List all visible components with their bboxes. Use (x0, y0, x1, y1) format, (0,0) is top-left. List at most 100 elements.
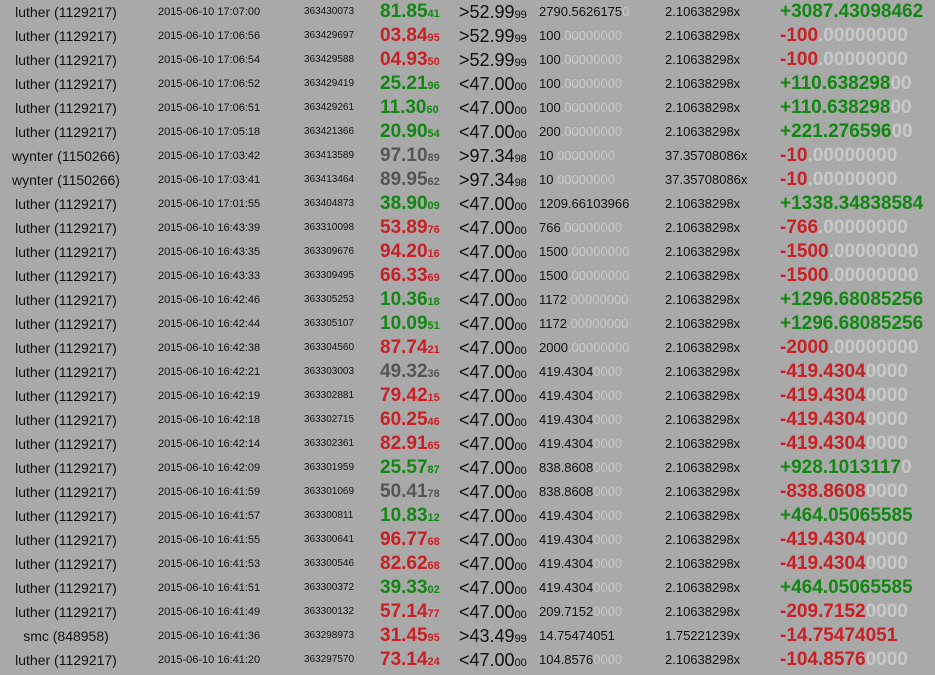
user-link[interactable]: luther (1129217) (0, 312, 132, 336)
bet-time: 2015-06-10 16:42:46 (158, 294, 261, 306)
user-link[interactable]: luther (1129217) (0, 336, 132, 360)
amount-main: 100 (539, 100, 561, 115)
target-small: 00 (514, 273, 527, 285)
user-link[interactable]: luther (1129217) (0, 288, 132, 312)
amount-main: 2790.5626175 (539, 4, 623, 19)
user-link[interactable]: luther (1129217) (0, 240, 132, 264)
bet-id-link[interactable]: 363298973 (304, 624, 354, 648)
user-link[interactable]: luther (1129217) (0, 552, 132, 576)
user-link[interactable]: luther (1129217) (0, 432, 132, 456)
bet-id-link[interactable]: 363421366 (304, 120, 354, 144)
target-value: <47.0000 (459, 528, 527, 552)
profit-value: +464.05065585 (780, 576, 913, 600)
bet-id-link[interactable]: 363302361 (304, 432, 354, 456)
user-link[interactable]: luther (1129217) (0, 384, 132, 408)
bet-id-link[interactable]: 363301069 (304, 480, 354, 504)
bet-id-link[interactable]: 363429261 (304, 96, 354, 120)
user-link[interactable]: luther (1129217) (0, 504, 132, 528)
bet-amount: 100.00000000 (539, 72, 622, 96)
roll-main: 79.42 (380, 385, 428, 406)
bet-time: 2015-06-10 16:41:55 (158, 534, 261, 546)
user-link[interactable]: wynter (1150266) (0, 168, 132, 192)
roll-main: 87.74 (380, 337, 428, 358)
amount-dim: .00000000 (566, 292, 629, 307)
bet-id-link[interactable]: 363302881 (304, 384, 354, 408)
bet-id-link[interactable]: 363300641 (304, 528, 354, 552)
bet-id-link[interactable]: 363300132 (304, 600, 354, 624)
user-link[interactable]: luther (1129217) (0, 456, 132, 480)
user-link[interactable]: luther (1129217) (0, 0, 132, 24)
user-link[interactable]: luther (1129217) (0, 528, 132, 552)
target-main: >52.99 (459, 2, 515, 22)
bet-id-link[interactable]: 363309495 (304, 264, 354, 288)
bet-id-link[interactable]: 363413589 (304, 144, 354, 168)
user-link[interactable]: luther (1129217) (0, 408, 132, 432)
user-link[interactable]: luther (1129217) (0, 96, 132, 120)
bet-id-link[interactable]: 363429419 (304, 72, 354, 96)
user-link[interactable]: luther (1129217) (0, 24, 132, 48)
bet-id-link[interactable]: 363304560 (304, 336, 354, 360)
bet-id-link[interactable]: 363301959 (304, 456, 354, 480)
bet-id-link[interactable]: 363300811 (304, 504, 353, 528)
target-main: <47.00 (459, 266, 515, 286)
bet-id-link[interactable]: 363309676 (304, 240, 354, 264)
bet-id-link[interactable]: 363297570 (304, 648, 354, 672)
roll-value: 25.2196 (380, 72, 440, 96)
amount-main: 100 (539, 76, 561, 91)
payout-multiplier: 2.10638298x (665, 28, 741, 43)
bet-id-link[interactable]: 363310098 (304, 216, 354, 240)
amount-main: 419.4304 (539, 364, 594, 379)
profit-value: +928.10131170 (780, 456, 912, 480)
payout-multiplier: 2.10638298x (665, 532, 741, 547)
user-link[interactable]: luther (1129217) (0, 600, 132, 624)
bet-id-link[interactable]: 363303003 (304, 360, 354, 384)
user-link[interactable]: wynter (1150266) (0, 144, 132, 168)
bet-id-link[interactable]: 363305253 (304, 288, 354, 312)
profit-value: -10.00000000 (780, 144, 897, 168)
target-value: >97.3498 (459, 144, 527, 168)
user-link[interactable]: luther (1129217) (0, 480, 132, 504)
bet-time: 2015-06-10 16:42:14 (158, 438, 261, 450)
user-link[interactable]: luther (1129217) (0, 192, 132, 216)
bet-id-link[interactable]: 363305107 (304, 312, 354, 336)
user-link[interactable]: smc (848958) (0, 624, 132, 648)
bets-table: luther (1129217) 2015-06-10 17:07:00 36343… (0, 0, 935, 672)
user-link[interactable]: luther (1129217) (0, 72, 132, 96)
profit-value: -104.85760000 (780, 648, 908, 672)
profit-value: -14.75474051 (780, 624, 897, 648)
bet-id-link[interactable]: 363300372 (304, 576, 354, 600)
profit-main: -838.8608 (780, 481, 866, 502)
table-row: luther (1129217) 2015-06-10 16:42:09 36330… (0, 456, 935, 480)
profit-dim: 00 (891, 121, 913, 142)
user-link[interactable]: luther (1129217) (0, 360, 132, 384)
amount-main: 10 (539, 148, 554, 163)
bet-time: 2015-06-10 16:42:09 (158, 462, 261, 474)
payout-multiplier: 2.10638298x (665, 244, 741, 259)
bet-id-link[interactable]: 363430073 (304, 0, 354, 24)
roll-small: 60 (426, 104, 439, 116)
bet-time: 2015-06-10 16:41:51 (158, 582, 261, 594)
bet-amount: 838.86080000 (539, 480, 622, 504)
bet-time: 2015-06-10 16:41:57 (158, 510, 261, 522)
amount-dim: .00000000 (560, 220, 623, 235)
profit-dim: 0000 (865, 385, 908, 406)
bet-id-link[interactable]: 363429588 (304, 48, 354, 72)
target-value: >52.9999 (459, 0, 527, 24)
user-link[interactable]: luther (1129217) (0, 48, 132, 72)
bet-id-link[interactable]: 363300546 (304, 552, 354, 576)
roll-value: 94.2016 (380, 240, 440, 264)
user-link[interactable]: luther (1129217) (0, 264, 132, 288)
user-link[interactable]: luther (1129217) (0, 576, 132, 600)
user-link[interactable]: luther (1129217) (0, 648, 132, 672)
payout-multiplier: 37.35708086x (665, 148, 748, 163)
target-small: 00 (514, 249, 527, 261)
bet-id-link[interactable]: 363429697 (304, 24, 354, 48)
bet-id-link[interactable]: 363404873 (304, 192, 354, 216)
user-link[interactable]: luther (1129217) (0, 216, 132, 240)
bet-id-link[interactable]: 363302715 (304, 408, 354, 432)
bet-id-link[interactable]: 363413464 (304, 168, 354, 192)
profit-main: -1500 (780, 265, 829, 286)
user-link[interactable]: luther (1129217) (0, 120, 132, 144)
target-small: 00 (514, 129, 527, 141)
table-row: luther (1129217) 2015-06-10 16:41:59 36330… (0, 480, 935, 504)
